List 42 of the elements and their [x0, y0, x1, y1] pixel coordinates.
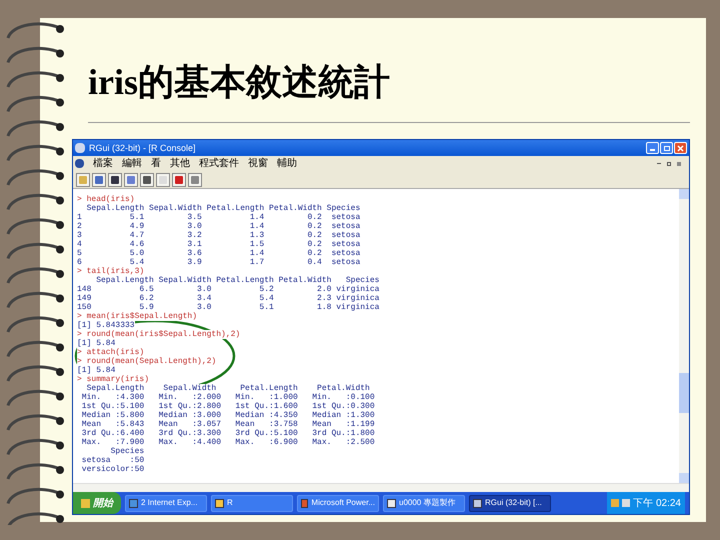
console-output: 148 6.5 3.0 5.2 2.0 virginica [77, 285, 380, 294]
menu-item[interactable]: 視窗 [248, 158, 268, 170]
taskbar-button[interactable]: 2 Internet Exp... [125, 494, 207, 512]
taskbar-button[interactable]: Microsoft Power... [297, 494, 379, 512]
menu-item[interactable]: 程式套件 [199, 158, 239, 170]
window-title: RGui (32-bit) - [R Console] [89, 143, 196, 153]
console-output: 3 4.7 3.2 1.3 0.2 setosa [77, 231, 360, 240]
menu-item[interactable]: 檔案 [93, 158, 113, 170]
app-icon [129, 498, 138, 508]
app-icon [387, 498, 396, 508]
menu-item[interactable]: 其他 [170, 158, 190, 170]
console-command: > mean(iris$Sepal.Length) [77, 312, 198, 321]
close-button[interactable] [674, 142, 687, 154]
toolbar-button[interactable] [108, 172, 122, 186]
console-output: 149 6.2 3.4 5.4 2.3 virginica [77, 294, 380, 303]
console-command: > tail(iris,3) [77, 267, 144, 276]
app-icon [301, 498, 308, 508]
menu-item[interactable]: 輔助 [277, 158, 297, 170]
vertical-scrollbar[interactable] [679, 189, 689, 483]
console-output: 4 4.6 3.1 1.5 0.2 setosa [77, 240, 360, 249]
close-icon [677, 144, 684, 152]
clock: 下午 02:24 [633, 496, 681, 510]
app-icon [473, 498, 482, 508]
console-output: 5 5.0 3.6 1.4 0.2 setosa [77, 249, 360, 258]
toolbar-button[interactable] [172, 172, 186, 186]
app-icon [215, 498, 224, 508]
console-output: 150 5.9 3.0 5.1 1.8 virginica [77, 303, 380, 312]
maximize-button[interactable] [660, 142, 673, 154]
taskbar-button[interactable]: RGui (32-bit) [... [469, 494, 551, 512]
start-button[interactable]: 開始 [73, 492, 121, 514]
console-output: 6 5.4 3.9 1.7 0.4 setosa [77, 258, 360, 267]
console-output: 2 4.9 3.0 1.4 0.2 setosa [77, 222, 360, 231]
slide-title: iris的基本敘述統計 [88, 61, 391, 104]
minimize-button[interactable] [646, 142, 659, 154]
taskbar-button[interactable]: R [211, 494, 293, 512]
menu-item[interactable]: 看 [151, 158, 161, 170]
menu-item[interactable]: 編輯 [122, 158, 142, 170]
console-output: 1 5.1 3.5 1.4 0.2 setosa [77, 213, 360, 222]
toolbar-button[interactable] [140, 172, 154, 186]
console-command: > head(iris) [77, 195, 135, 204]
horizontal-scrollbar[interactable] [73, 483, 689, 492]
taskbar-button[interactable]: u0000 專題製作 [383, 494, 465, 512]
